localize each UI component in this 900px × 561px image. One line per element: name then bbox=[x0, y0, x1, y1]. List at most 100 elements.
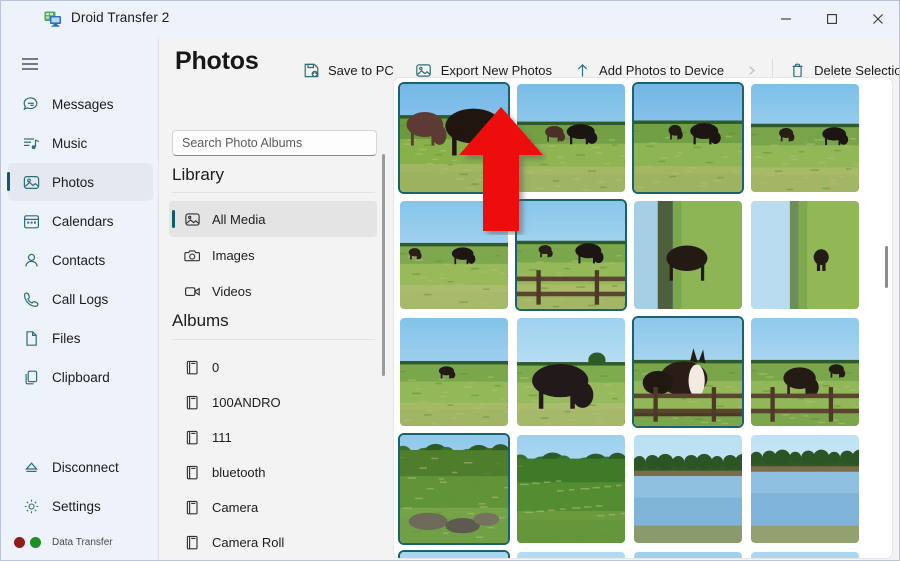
album-item-0[interactable]: 0 bbox=[169, 349, 377, 385]
photo-thumbnail[interactable] bbox=[398, 433, 510, 545]
sidebar-item-call-logs[interactable]: Call Logs bbox=[8, 280, 153, 318]
photo-thumbnail[interactable] bbox=[632, 82, 744, 194]
library-item-label: Videos bbox=[212, 283, 252, 299]
photo-thumbnail-image bbox=[634, 84, 742, 192]
photo-thumbnail[interactable] bbox=[515, 550, 627, 558]
photo-grid-container bbox=[393, 77, 893, 559]
sidebar-item-photos[interactable]: Photos bbox=[7, 163, 153, 201]
album-item-label: bluetooth bbox=[212, 464, 266, 480]
sidebar-item-calendars[interactable]: Calendars bbox=[8, 202, 153, 240]
photo-thumbnail-image bbox=[634, 552, 742, 558]
sidebar-item-files[interactable]: Files bbox=[8, 319, 153, 357]
status-indicator: Data Transfer bbox=[2, 529, 159, 555]
sidebar-item-disconnect[interactable]: Disconnect bbox=[8, 448, 153, 486]
photo-thumbnail-image bbox=[400, 201, 508, 309]
sidebar-item-label: Messages bbox=[52, 96, 114, 112]
album-book-icon bbox=[179, 359, 205, 376]
gear-icon bbox=[16, 497, 46, 516]
toolbar-label: Add Photos to Device bbox=[599, 62, 725, 78]
photo-thumbnail[interactable] bbox=[398, 199, 510, 311]
photo-thumbnail[interactable] bbox=[632, 199, 744, 311]
album-item-100andro[interactable]: 100ANDRO bbox=[169, 384, 377, 420]
hamburger-icon[interactable] bbox=[12, 47, 48, 81]
photo-thumbnail[interactable] bbox=[749, 316, 861, 428]
minimize-button[interactable] bbox=[763, 1, 809, 37]
photo-thumbnail[interactable] bbox=[398, 550, 510, 558]
active-indicator bbox=[7, 172, 10, 191]
photo-thumbnail-image bbox=[517, 84, 625, 192]
window-title: Droid Transfer 2 bbox=[71, 10, 170, 25]
calendar-icon bbox=[16, 212, 46, 231]
photo-thumbnail[interactable] bbox=[515, 433, 627, 545]
sidebar-item-label: Music bbox=[52, 135, 88, 151]
photo-thumbnail-image bbox=[751, 318, 859, 426]
camera-icon bbox=[179, 247, 205, 264]
photo-thumbnail-image bbox=[751, 435, 859, 543]
album-item-camera-roll[interactable]: Camera Roll bbox=[169, 524, 377, 559]
album-item-label: 0 bbox=[212, 359, 220, 375]
album-scrollbar-thumb[interactable] bbox=[382, 154, 385, 376]
app-window: Droid Transfer 2 Messages Music Photos C… bbox=[0, 0, 900, 561]
sidebar-item-settings[interactable]: Settings bbox=[8, 487, 153, 525]
photo-thumbnail-image bbox=[751, 552, 859, 558]
albums-divider bbox=[172, 339, 375, 340]
title-bar: Droid Transfer 2 bbox=[1, 1, 899, 37]
save-to-pc-button[interactable]: Save to PC bbox=[293, 55, 402, 85]
maximize-button[interactable] bbox=[809, 1, 855, 37]
library-item-label: Images bbox=[212, 247, 255, 263]
photo-grid-scrollbar-thumb[interactable] bbox=[885, 246, 888, 288]
library-item-all-media[interactable]: All Media bbox=[169, 201, 377, 237]
album-item-bluetooth[interactable]: bluetooth bbox=[169, 454, 377, 490]
photo-thumbnail[interactable] bbox=[749, 82, 861, 194]
photo-thumbnail[interactable] bbox=[749, 199, 861, 311]
photo-thumbnail-image bbox=[517, 201, 625, 309]
library-header: Library bbox=[172, 165, 224, 184]
photo-thumbnail[interactable] bbox=[632, 433, 744, 545]
photo-thumbnail[interactable] bbox=[632, 550, 744, 558]
photo-image-icon bbox=[16, 173, 46, 192]
person-icon bbox=[16, 251, 46, 270]
photo-thumbnail-image bbox=[634, 435, 742, 543]
library-item-label: All Media bbox=[212, 211, 266, 227]
photo-thumbnail-image bbox=[751, 84, 859, 192]
album-item-camera[interactable]: Camera bbox=[169, 489, 377, 525]
sidebar-item-clipboard[interactable]: Clipboard bbox=[8, 358, 153, 396]
photo-thumbnail[interactable] bbox=[398, 316, 510, 428]
status-dot-red bbox=[14, 536, 25, 548]
albums-header: Albums bbox=[172, 311, 229, 330]
sidebar-item-label: Clipboard bbox=[52, 369, 110, 385]
photo-thumbnail-image bbox=[517, 552, 625, 558]
photo-thumbnail[interactable] bbox=[398, 82, 510, 194]
app-icon bbox=[43, 9, 63, 29]
photo-thumbnail[interactable] bbox=[632, 316, 744, 428]
photo-thumbnail-image bbox=[400, 318, 508, 426]
sidebar-item-music[interactable]: Music bbox=[8, 124, 153, 162]
sidebar-item-contacts[interactable]: Contacts bbox=[8, 241, 153, 279]
album-item-111[interactable]: 111 bbox=[169, 419, 377, 455]
album-book-icon bbox=[179, 534, 205, 551]
photo-thumbnail[interactable] bbox=[515, 316, 627, 428]
toolbar-label: Save to PC bbox=[328, 62, 394, 78]
photo-grid bbox=[398, 82, 872, 558]
sidebar-item-label: Contacts bbox=[52, 252, 106, 268]
status-dot-green bbox=[30, 536, 41, 548]
sidebar-item-label: Files bbox=[52, 330, 81, 346]
album-item-label: 111 bbox=[212, 429, 232, 445]
library-item-videos[interactable]: Videos bbox=[169, 273, 377, 309]
sidebar-bottom-group: Disconnect Settings Data Transfer bbox=[2, 448, 159, 555]
photo-thumbnail[interactable] bbox=[749, 433, 861, 545]
search-photo-albums-input[interactable]: Search Photo Albums bbox=[172, 130, 377, 156]
sidebar-item-messages[interactable]: Messages bbox=[8, 85, 153, 123]
photo-thumbnail[interactable] bbox=[515, 199, 627, 311]
library-item-images[interactable]: Images bbox=[169, 237, 377, 273]
photo-thumbnail-image bbox=[400, 435, 508, 543]
close-button[interactable] bbox=[855, 1, 899, 37]
message-bubble-icon bbox=[16, 95, 46, 114]
photo-thumbnail[interactable] bbox=[515, 82, 627, 194]
album-book-icon bbox=[179, 464, 205, 481]
photo-thumbnail[interactable] bbox=[749, 550, 861, 558]
album-item-label: 100ANDRO bbox=[212, 394, 281, 410]
album-scrollbar[interactable] bbox=[382, 154, 385, 449]
photo-thumbnail-image bbox=[400, 84, 508, 192]
toolbar-label: Delete Selection bbox=[814, 62, 900, 78]
